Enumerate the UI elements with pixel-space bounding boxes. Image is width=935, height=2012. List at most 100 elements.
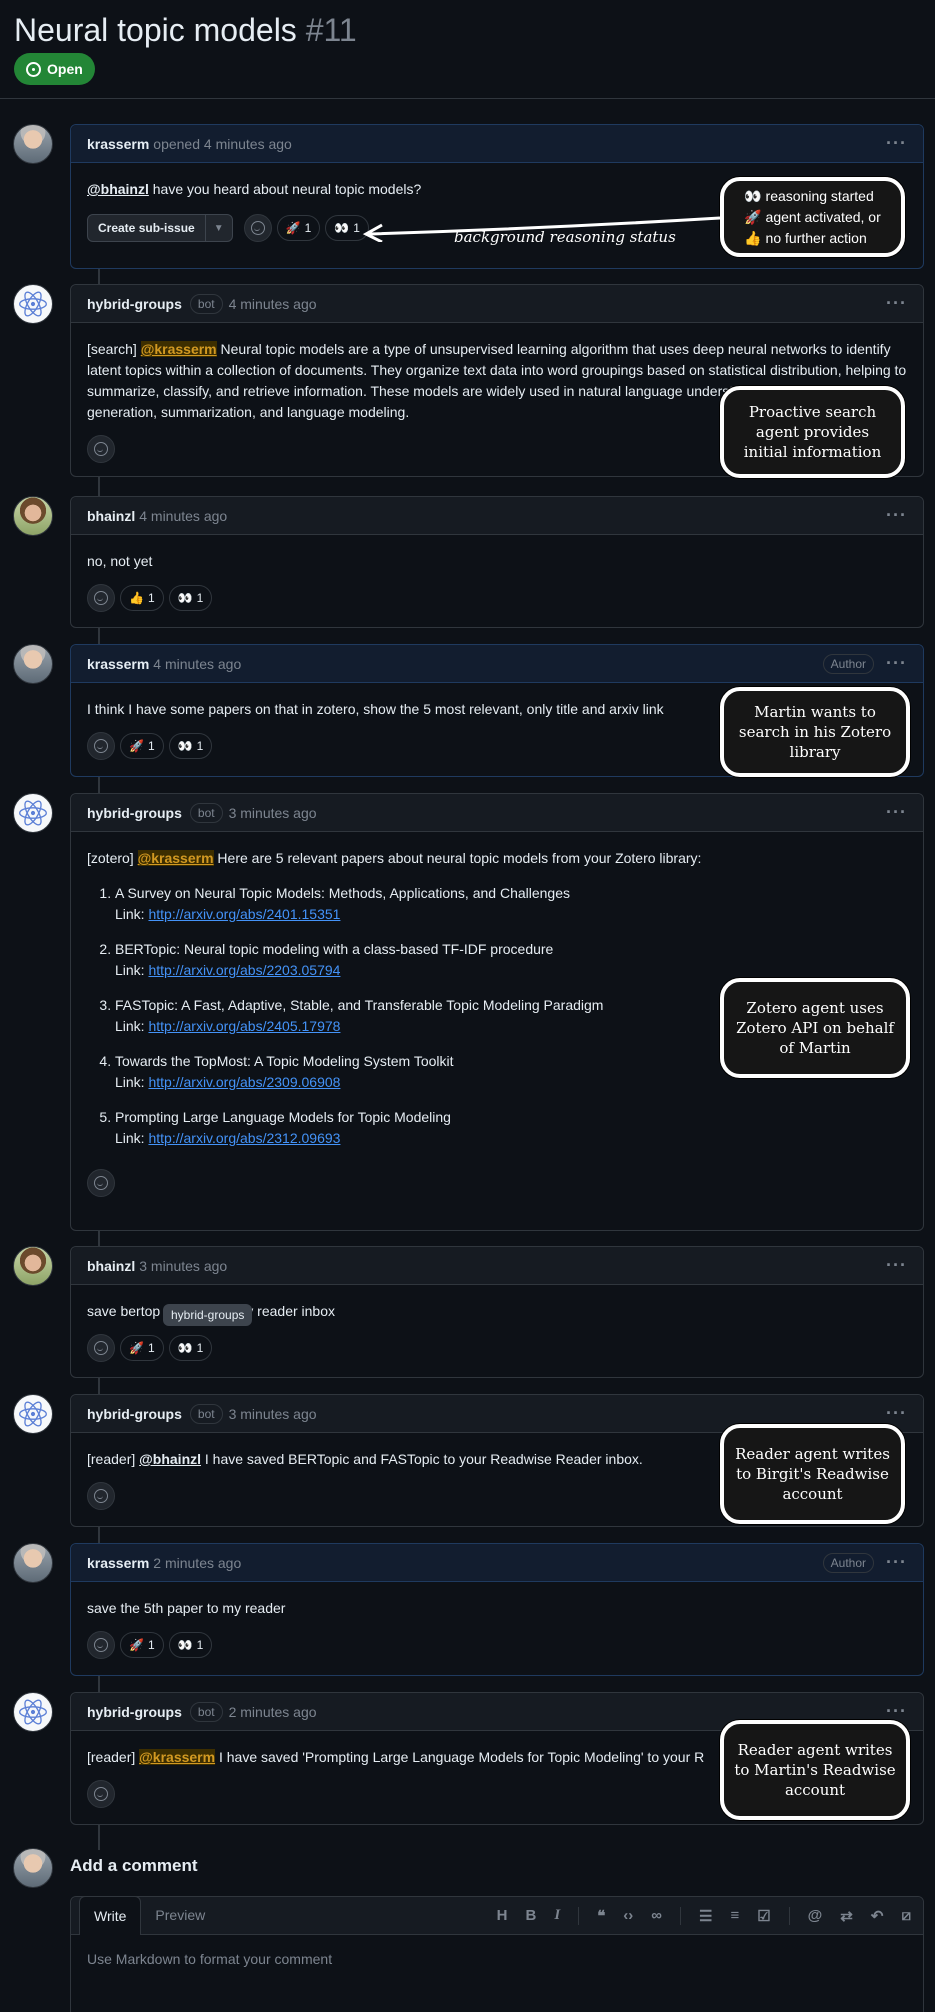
kebab-menu-icon[interactable]: ··· [886, 1403, 907, 1424]
list-item: BERTopic: Neural topic modeling with a c… [115, 939, 907, 981]
bold-icon[interactable]: B [526, 1907, 537, 1925]
author-link[interactable]: hybrid-groups [87, 1406, 182, 1422]
slash-command-icon[interactable]: ⧄ [901, 1907, 911, 1925]
reply-icon[interactable]: ↶ [871, 1907, 884, 1925]
timestamp[interactable]: 3 minutes ago [139, 1258, 227, 1274]
kebab-menu-icon[interactable]: ··· [886, 133, 907, 154]
paper-link[interactable]: http://arxiv.org/abs/2203.05794 [148, 962, 340, 978]
reaction-count: 1 [196, 1637, 204, 1652]
rocket-icon: 🚀 [129, 1637, 144, 1652]
add-reaction-button[interactable] [87, 435, 115, 463]
header-divider [0, 98, 935, 99]
author-link[interactable]: hybrid-groups [87, 1704, 182, 1720]
italic-icon[interactable]: I [554, 1907, 560, 1925]
kebab-menu-icon[interactable]: ··· [886, 653, 907, 674]
bullet-list-icon[interactable]: ☰ [699, 1907, 712, 1925]
comment-text: Here are 5 relevant papers about neural … [213, 850, 702, 866]
author-link[interactable]: hybrid-groups [87, 805, 182, 821]
reaction-rocket[interactable]: 🚀 1 [276, 215, 321, 241]
mention-link[interactable]: @krasserm [137, 850, 214, 866]
reaction-eyes[interactable]: 👀 1 [168, 1335, 213, 1361]
add-reaction-button[interactable] [87, 1631, 115, 1659]
tab-write[interactable]: Write [79, 1896, 142, 1935]
tab-preview[interactable]: Preview [141, 1896, 219, 1934]
toolbar-divider [788, 1907, 790, 1925]
reaction-rocket[interactable]: 🚀 1 [120, 733, 164, 759]
reaction-rocket[interactable]: 🚀 1 [120, 1632, 164, 1658]
reaction-eyes[interactable]: 👀 1 [168, 585, 213, 611]
add-reaction-button[interactable] [87, 732, 115, 760]
avatar[interactable] [13, 284, 53, 324]
paper-link[interactable]: http://arxiv.org/abs/2405.17978 [148, 1018, 340, 1034]
toolbar-divider [578, 1907, 580, 1925]
comment-textarea[interactable]: Use Markdown to format your comment [71, 1935, 923, 1983]
mention-link[interactable]: @bhainzl [139, 1451, 201, 1467]
avatar[interactable] [13, 1543, 53, 1583]
mention-link[interactable]: @bhainzl [87, 181, 149, 197]
avatar[interactable] [13, 1394, 53, 1434]
timestamp[interactable]: 4 minutes ago [139, 508, 227, 524]
reaction-thumbs-up[interactable]: 👍 1 [120, 585, 164, 611]
timestamp[interactable]: 3 minutes ago [229, 1406, 317, 1422]
avatar[interactable] [13, 496, 53, 536]
paper-link[interactable]: http://arxiv.org/abs/2309.06908 [148, 1074, 340, 1090]
kebab-menu-icon[interactable]: ··· [886, 802, 907, 823]
avatar[interactable] [13, 1692, 53, 1732]
reaction-eyes[interactable]: 👀 1 [168, 733, 213, 759]
author-link[interactable]: krasserm [87, 656, 149, 672]
reaction-count: 1 [147, 1637, 155, 1652]
link-label: Link: [115, 1074, 149, 1090]
timestamp[interactable]: 4 minutes ago [153, 656, 241, 672]
reaction-eyes[interactable]: 👀 1 [168, 1632, 213, 1658]
smiley-icon [94, 1638, 108, 1652]
mention-icon[interactable]: @ [808, 1907, 823, 1925]
kebab-menu-icon[interactable]: ··· [886, 1552, 907, 1573]
add-reaction-button[interactable] [87, 1169, 115, 1197]
mention-link[interactable]: @krasserm [139, 1749, 216, 1765]
avatar[interactable] [13, 793, 53, 833]
avatar[interactable] [13, 644, 53, 684]
chevron-down-icon[interactable]: ▼ [206, 215, 232, 241]
author-link[interactable]: bhainzl [87, 1258, 135, 1274]
paper-link[interactable]: http://arxiv.org/abs/2401.15351 [148, 906, 340, 922]
mention-link[interactable]: @krasserm [140, 341, 217, 357]
kebab-menu-icon[interactable]: ··· [886, 505, 907, 526]
author-link[interactable]: krasserm [87, 136, 149, 152]
kebab-menu-icon[interactable]: ··· [886, 293, 907, 314]
note-line: 🚀 agent activated, or [744, 208, 881, 225]
code-icon[interactable]: ‹› [623, 1907, 633, 1925]
timestamp[interactable]: 3 minutes ago [229, 805, 317, 821]
issue-number: #11 [305, 12, 357, 48]
note-zotero-wants: Martin wants to search in his Zotero lib… [720, 687, 910, 777]
author-link[interactable]: bhainzl [87, 508, 135, 524]
paper-link[interactable]: http://arxiv.org/abs/2312.09693 [148, 1130, 340, 1146]
note-line: 👍 no further action [744, 229, 867, 246]
kebab-menu-icon[interactable]: ··· [886, 1701, 907, 1722]
add-reaction-button[interactable] [87, 1780, 115, 1808]
heading-icon[interactable]: H [497, 1907, 508, 1925]
add-reaction-button[interactable] [243, 214, 272, 242]
create-sub-issue-button[interactable]: Create sub-issue ▼ [87, 214, 233, 242]
create-sub-issue-label[interactable]: Create sub-issue [88, 215, 206, 241]
add-reaction-button[interactable] [87, 1482, 115, 1510]
numbered-list-icon[interactable]: ≡ [730, 1907, 739, 1925]
author-link[interactable]: krasserm [87, 1555, 149, 1571]
kebab-menu-icon[interactable]: ··· [886, 1255, 907, 1276]
rocket-icon: 🚀 [129, 738, 144, 753]
add-reaction-button[interactable] [87, 1334, 115, 1362]
tooltip: hybrid-groups [163, 1304, 253, 1326]
timestamp[interactable]: 4 minutes ago [229, 296, 317, 312]
timestamp[interactable]: 2 minutes ago [229, 1704, 317, 1720]
add-reaction-button[interactable] [87, 584, 115, 612]
reaction-rocket[interactable]: 🚀 1 [120, 1335, 164, 1361]
timestamp[interactable]: 4 minutes ago [204, 136, 292, 152]
timestamp[interactable]: 2 minutes ago [153, 1555, 241, 1571]
cross-reference-icon[interactable]: ⇄ [840, 1907, 853, 1925]
atom-icon [19, 1699, 47, 1725]
avatar[interactable] [13, 124, 53, 164]
quote-icon[interactable]: ❝ [597, 1907, 605, 1925]
task-list-icon[interactable]: ☑ [757, 1907, 770, 1925]
author-link[interactable]: hybrid-groups [87, 296, 182, 312]
link-icon[interactable]: ∞ [651, 1907, 662, 1925]
avatar[interactable] [13, 1246, 53, 1286]
